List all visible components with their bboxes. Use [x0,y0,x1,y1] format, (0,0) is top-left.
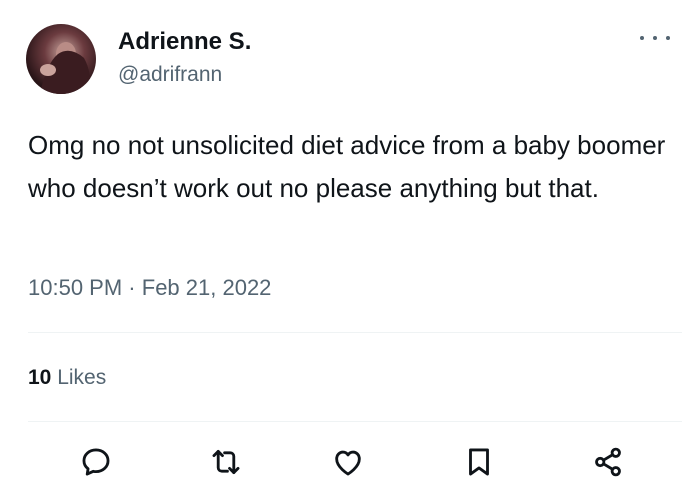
author-handle[interactable]: @adrifrann [118,63,222,87]
retweet-button[interactable] [208,444,244,480]
bookmark-icon [469,448,489,476]
divider [28,421,682,422]
likes-count-link[interactable]: 10 Likes [28,366,106,390]
avatar[interactable] [26,24,96,94]
tweet-time: 10:50 PM [28,275,123,300]
like-icon [335,450,361,476]
more-options-icon[interactable] [640,28,670,48]
like-button[interactable] [330,444,366,480]
share-button[interactable] [590,444,626,480]
likes-label: Likes [57,366,107,389]
reply-button[interactable] [78,444,114,480]
share-icon [595,447,621,477]
divider [28,332,682,333]
retweet-icon [212,449,240,475]
meta-separator: · [128,275,136,300]
bookmark-button[interactable] [461,444,497,480]
action-bar [0,444,700,480]
tweet-timestamp[interactable]: 10:50 PM · Feb 21, 2022 [28,275,271,301]
likes-count: 10 [28,366,52,389]
tweet-text: Omg no not unsolicited diet advice from … [28,130,666,203]
author-display-name[interactable]: Adrienne S. [118,28,251,56]
tweet-date: Feb 21, 2022 [141,275,272,300]
reply-icon [82,448,110,476]
